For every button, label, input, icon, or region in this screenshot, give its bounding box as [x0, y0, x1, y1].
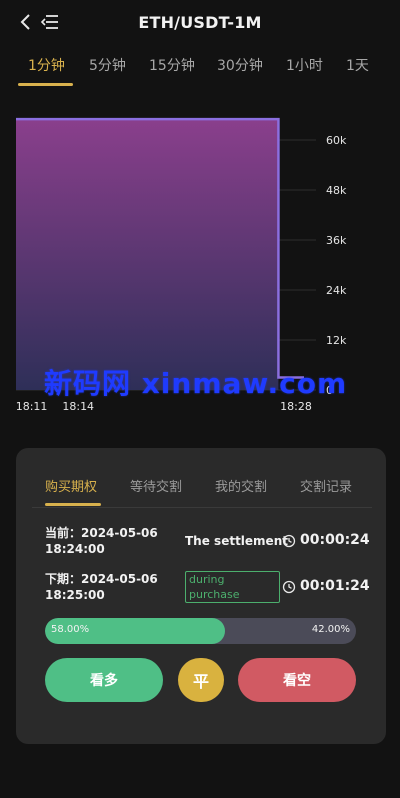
trade-panel: 购买期权 等待交割 我的交割 交割记录 当前：2024-05-06 18:24:… — [16, 448, 386, 744]
next-status-line2: purchase — [189, 588, 240, 601]
long-ratio-label: 58.00% — [51, 624, 90, 635]
current-status: The settlement — [185, 534, 288, 548]
current-period-date: 当前：2024-05-06 — [45, 526, 158, 540]
tab-1h[interactable]: 1小时 — [286, 50, 323, 86]
y-tick-label: 24k — [326, 284, 347, 297]
long-short-ratio-bar: 58.00% 42.00% — [45, 618, 356, 644]
tab-my-settlement[interactable]: 我的交割 — [215, 476, 267, 495]
watermark: 新码网 xinmaw.com — [44, 367, 348, 400]
chevron-left-icon[interactable] — [18, 12, 34, 32]
tab-30m[interactable]: 30分钟 — [217, 50, 263, 86]
flat-button[interactable]: 平 — [178, 658, 224, 702]
timeframe-tabs: 1分钟 5分钟 15分钟 30分钟 1小时 1天 — [0, 50, 400, 90]
panel-divider — [32, 507, 372, 508]
next-status-line1: during — [189, 573, 225, 586]
tab-settlement-history[interactable]: 交割记录 — [300, 476, 352, 495]
tab-5m[interactable]: 5分钟 — [89, 50, 126, 86]
menu-icon[interactable] — [40, 12, 60, 32]
current-countdown: 00:00:24 — [300, 532, 370, 548]
header: ETH/USDT-1M — [0, 0, 400, 44]
buy-short-button[interactable]: 看空 — [238, 658, 356, 702]
short-ratio-label: 42.00% — [311, 624, 350, 635]
next-period-date: 下期：2024-05-06 — [45, 572, 158, 586]
next-period-time: 18:25:00 — [45, 588, 105, 602]
price-area — [16, 119, 279, 391]
clock-icon — [282, 534, 296, 548]
tab-15m[interactable]: 15分钟 — [149, 50, 195, 86]
tab-1d[interactable]: 1天 — [346, 50, 369, 86]
y-tick-label: 60k — [326, 134, 347, 147]
tab-buy-option[interactable]: 购买期权 — [45, 476, 97, 495]
tab-active-indicator — [18, 83, 73, 86]
y-tick-label: 12k — [326, 334, 347, 347]
tab-1m[interactable]: 1分钟 — [28, 50, 65, 86]
next-status-badge: during purchase — [185, 571, 280, 603]
page-title: ETH/USDT-1M — [138, 12, 262, 32]
next-countdown: 00:01:24 — [300, 578, 370, 594]
clock-icon — [282, 580, 296, 594]
panel-tab-indicator — [45, 503, 101, 506]
y-axis-ticks: 60k48k36k24k12k0 — [326, 134, 347, 397]
current-period-time: 18:24:00 — [45, 542, 105, 556]
x-tick-label: 18:11 — [16, 400, 48, 413]
tab-pending-settlement[interactable]: 等待交割 — [130, 476, 182, 495]
y-tick-label: 48k — [326, 184, 347, 197]
y-tick-label: 36k — [326, 234, 347, 247]
buy-long-button[interactable]: 看多 — [45, 658, 163, 702]
panel-tabs: 购买期权 等待交割 我的交割 交割记录 — [16, 448, 386, 508]
